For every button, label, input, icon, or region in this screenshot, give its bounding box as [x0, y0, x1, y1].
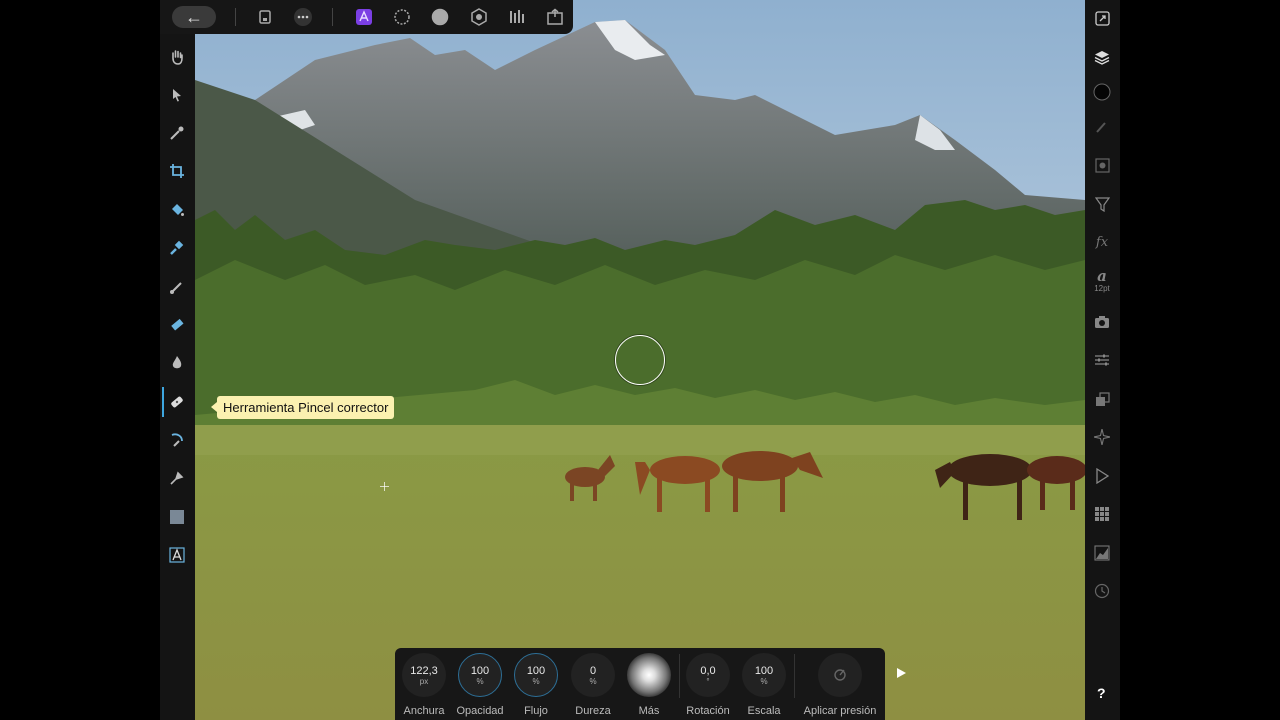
clone-tool-icon[interactable]	[166, 429, 188, 451]
width-label: Anchura	[403, 705, 445, 717]
histogram-icon[interactable]	[1092, 543, 1112, 563]
brushes-icon[interactable]	[1092, 117, 1112, 137]
arrow-left-icon: ←	[185, 7, 203, 27]
scale-unit: %	[760, 676, 768, 686]
hardness-unit: %	[589, 676, 597, 686]
tools-panel	[160, 34, 195, 720]
context-divider	[794, 654, 795, 698]
adjustments-icon[interactable]	[1092, 350, 1112, 370]
pressure-icon	[834, 669, 846, 681]
rotation-control[interactable]: 0,0 ° Rotación	[680, 653, 736, 717]
transform-icon[interactable]	[1092, 389, 1112, 409]
text-styles-icon[interactable]: a 12pt	[1092, 265, 1112, 297]
paint-brush-tool-icon[interactable]	[166, 276, 188, 298]
navigator-icon[interactable]	[1092, 8, 1112, 28]
scale-control[interactable]: 100 % Escala	[736, 653, 792, 717]
liquify-persona-icon[interactable]	[391, 6, 413, 28]
scale-value: 100	[754, 664, 774, 677]
more-icon[interactable]	[292, 6, 314, 28]
text-style-glyph: a	[1097, 267, 1107, 285]
macro-play-icon[interactable]	[1092, 466, 1112, 486]
layers-icon[interactable]	[1092, 47, 1112, 67]
rotation-value: 0,0	[700, 664, 716, 677]
help-button[interactable]: ?	[1097, 685, 1106, 701]
channels-icon[interactable]	[1092, 155, 1112, 175]
navigator-compass-icon[interactable]	[1092, 427, 1112, 447]
fx-icon[interactable]: fx	[1092, 232, 1112, 252]
healing-brush-tool-icon[interactable]	[162, 387, 188, 417]
brush-cursor	[615, 335, 665, 385]
tone-mapping-persona-icon[interactable]	[468, 6, 490, 28]
filter-icon[interactable]	[1092, 194, 1112, 214]
flood-fill-tool-icon[interactable]	[166, 199, 188, 221]
toolbar-divider	[235, 8, 236, 26]
brush-preview-icon[interactable]	[627, 653, 671, 697]
more-label: Más	[638, 705, 660, 717]
more-brush-options[interactable]: Más	[621, 653, 677, 717]
width-value: 122,3	[410, 664, 438, 677]
photo-persona-icon[interactable]	[353, 6, 375, 28]
apply-pressure-control[interactable]: Aplicar presión	[803, 653, 877, 717]
hardness-dial[interactable]: 0 %	[571, 653, 615, 697]
toolbar-divider	[332, 8, 333, 26]
opacity-unit: %	[476, 676, 484, 686]
tool-tooltip: Herramienta Pincel corrector	[210, 396, 395, 419]
document-icon[interactable]	[254, 6, 276, 28]
history-icon[interactable]	[1092, 581, 1112, 601]
color-icon[interactable]	[1092, 82, 1112, 102]
rotation-label: Rotación	[686, 705, 730, 717]
apply-pressure-label: Aplicar presión	[803, 705, 877, 717]
scale-dial[interactable]: 100 %	[742, 653, 786, 697]
flow-unit: %	[532, 676, 540, 686]
hardness-value: 0	[589, 664, 597, 677]
text-tool-icon[interactable]	[166, 544, 188, 566]
move-tool-icon[interactable]	[166, 84, 188, 106]
crop-tool-icon[interactable]	[166, 160, 188, 182]
scale-label: Escala	[747, 705, 781, 717]
hand-tool-icon[interactable]	[166, 46, 188, 68]
rotation-unit: °	[706, 676, 710, 686]
text-style-size: 12pt	[1094, 284, 1110, 293]
source-crosshair	[380, 482, 389, 491]
opacity-label: Opacidad	[456, 705, 504, 717]
flow-dial[interactable]: 100 %	[514, 653, 558, 697]
pen-tool-icon[interactable]	[166, 467, 188, 489]
apply-pressure-button[interactable]	[818, 653, 862, 697]
width-control[interactable]: 122,3 px Anchura	[396, 653, 452, 717]
context-toolbar: 122,3 px Anchura 100 % Opacidad 100 % Fl…	[395, 648, 885, 720]
dodge-burn-tool-icon[interactable]	[166, 352, 188, 374]
opacity-control[interactable]: 100 % Opacidad	[452, 653, 508, 717]
width-unit: px	[419, 676, 429, 686]
width-dial[interactable]: 122,3 px	[402, 653, 446, 697]
top-toolbar: ←	[160, 0, 573, 34]
flow-label: Flujo	[524, 705, 548, 717]
erase-brush-tool-icon[interactable]	[166, 314, 188, 336]
hardness-label: Dureza	[575, 705, 611, 717]
rotation-dial[interactable]: 0,0 °	[686, 653, 730, 697]
stock-grid-icon[interactable]	[1092, 504, 1112, 524]
expand-arrow-icon[interactable]	[897, 668, 906, 678]
selection-brush-tool-icon[interactable]	[166, 237, 188, 259]
opacity-value: 100	[470, 664, 490, 677]
hardness-control[interactable]: 0 % Dureza	[565, 653, 621, 717]
rectangle-tool-icon[interactable]	[166, 506, 188, 528]
camera-icon[interactable]	[1092, 312, 1112, 332]
back-button[interactable]: ←	[172, 6, 216, 28]
flow-control[interactable]: 100 % Flujo	[508, 653, 564, 717]
color-picker-tool-icon[interactable]	[166, 122, 188, 144]
studio-panel: fx a 12pt	[1085, 0, 1120, 720]
export-persona-icon[interactable]	[506, 6, 528, 28]
opacity-dial[interactable]: 100 %	[458, 653, 502, 697]
develop-persona-icon[interactable]	[429, 6, 451, 28]
share-icon[interactable]	[544, 6, 566, 28]
flow-value: 100	[526, 664, 546, 677]
